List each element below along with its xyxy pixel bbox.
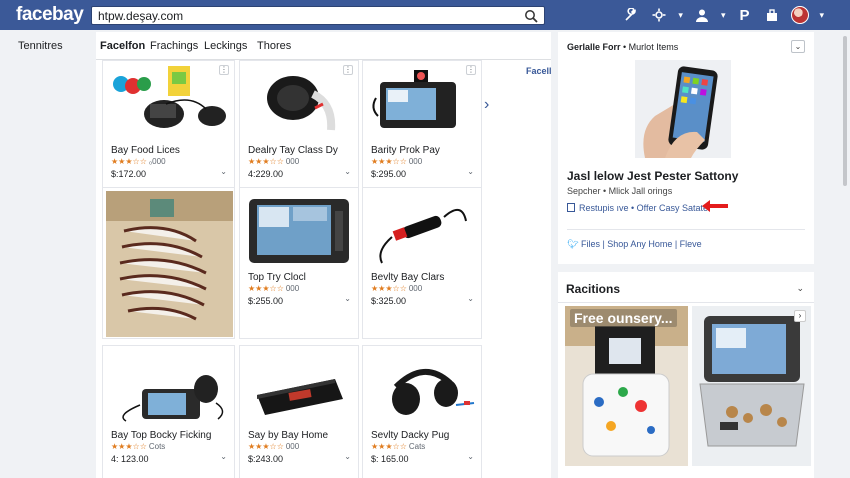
product-image[interactable]: [366, 349, 480, 423]
chevron-down-icon[interactable]: ⌄: [220, 167, 227, 176]
ad-cta-link[interactable]: Restupis ıve • Offer Casy Satate: [567, 203, 708, 213]
pinterest-icon[interactable]: P: [735, 6, 753, 24]
chevron-down-icon[interactable]: ▾: [819, 10, 824, 21]
more-options-icon[interactable]: ⋮: [219, 65, 229, 75]
product-title[interactable]: Sevlty Dacky Pug: [371, 430, 449, 441]
avatar[interactable]: [791, 6, 810, 24]
divider: [567, 229, 805, 230]
product-price: $:172.00: [111, 169, 147, 179]
chevron-down-icon[interactable]: ▾: [721, 10, 726, 21]
product-title[interactable]: Say by Bay Home: [248, 430, 328, 441]
reactions-panel: Racitions ⌄ Free ounsery... ›: [558, 272, 814, 478]
rating-stars: ★★★☆☆ 000: [248, 284, 300, 293]
scrollbar-thumb[interactable]: [843, 36, 847, 186]
reaction-image[interactable]: [692, 306, 811, 466]
tab-frachings[interactable]: Frachings: [150, 40, 198, 52]
product-price: $:325.00: [371, 296, 407, 306]
chevron-down-icon[interactable]: ⌄: [344, 167, 351, 176]
chevron-right-icon[interactable]: ›: [484, 96, 489, 114]
rating-stars: ★★★☆☆ Cots: [111, 442, 166, 451]
tab-leckings[interactable]: Leckings: [204, 40, 247, 52]
rating-stars: ★★★☆☆ Cats: [371, 442, 426, 451]
product-card[interactable]: Top Try Clocl ★★★☆☆ 000 $:255.00 ⌄: [239, 187, 359, 339]
tab-bar: Facelfon Frachings Leckings Thores: [96, 32, 551, 60]
product-card[interactable]: [102, 187, 235, 339]
search-icon[interactable]: [524, 9, 538, 23]
twitter-icon: 🐦︎: [567, 239, 579, 249]
top-bar: facebay htpw.deşay.com ▾ ▾ P ▾: [0, 0, 850, 30]
ad-image[interactable]: [635, 60, 731, 158]
product-card[interactable]: Sevlty Dacky Pug ★★★☆☆ Cats $: 165.00 ⌄: [362, 345, 482, 478]
chevron-down-icon[interactable]: ⌄: [467, 167, 474, 176]
product-price: $: 165.00: [371, 454, 409, 464]
chevron-down-icon[interactable]: ⌄: [467, 452, 474, 461]
sponsored-ad: Gerlalle Forr • Murlot Items ⌄ Jasl lelo…: [558, 32, 814, 264]
ad-header: Gerlalle Forr • Murlot Items: [567, 42, 679, 52]
arrow-left-icon: [702, 200, 728, 212]
ad-title[interactable]: Jasl lelow Jest Pester Sattony: [567, 169, 738, 183]
rating-stars: ★★★☆☆ 000: [371, 157, 423, 166]
chevron-down-icon[interactable]: ⌄: [796, 283, 804, 294]
product-price: 4: 123.00: [111, 454, 149, 464]
product-price: 4:229.00: [248, 169, 284, 179]
product-image[interactable]: [106, 191, 233, 337]
toolbar-icons: ▾ ▾ P ▾: [622, 6, 824, 24]
url-text[interactable]: htpw.deşay.com: [98, 9, 183, 23]
rating-stars: ★★★☆☆ 000: [248, 157, 300, 166]
more-options-icon[interactable]: ⋮: [343, 65, 353, 75]
product-title[interactable]: Bay Top Bocky Ficking: [111, 430, 211, 441]
product-image[interactable]: [243, 64, 357, 138]
settings-icon[interactable]: [650, 6, 668, 24]
product-image[interactable]: [243, 349, 357, 423]
product-feed: Facelfon Frachings Leckings Thores Facel…: [96, 32, 552, 478]
user-icon[interactable]: [693, 6, 711, 24]
product-title[interactable]: Dealry Tay Class Dy: [248, 145, 338, 156]
product-title[interactable]: Barity Prok Pay: [371, 145, 440, 156]
shop-icon[interactable]: [763, 6, 781, 24]
rating-stars: ★★★☆☆ ₀000: [111, 157, 166, 166]
reaction-overlay-text: Free ounsery...: [570, 309, 677, 327]
corner-link[interactable]: Facell: [526, 66, 552, 76]
chevron-right-icon[interactable]: ›: [794, 310, 806, 322]
product-image[interactable]: [106, 349, 233, 423]
chevron-down-icon[interactable]: ⌄: [467, 294, 474, 303]
page-scrollbar[interactable]: [840, 30, 850, 478]
product-title[interactable]: Bevlty Bay Clars: [371, 272, 444, 283]
chevron-down-icon[interactable]: ⌄: [344, 452, 351, 461]
tab-thores[interactable]: Thores: [257, 40, 291, 52]
chevron-down-icon[interactable]: ▾: [678, 10, 683, 21]
reaction-image[interactable]: [565, 306, 688, 466]
product-price: $:255.00: [248, 296, 284, 306]
product-card[interactable]: Bevlty Bay Clars ★★★☆☆ 000 $:325.00 ⌄: [362, 187, 482, 339]
more-options-icon[interactable]: ⋮: [466, 65, 476, 75]
ad-links-row[interactable]: 🐦︎ Files | Shop Any Home | Fleve: [567, 239, 702, 250]
product-image[interactable]: [366, 64, 480, 138]
product-card[interactable]: Say by Bay Home ★★★☆☆ 000 $:243.00 ⌄: [239, 345, 359, 478]
product-image[interactable]: [366, 191, 480, 271]
panel-title: Racitions: [566, 282, 621, 296]
chevron-down-icon[interactable]: ⌄: [220, 452, 227, 461]
document-icon: [567, 203, 575, 212]
tab-facelfon[interactable]: Facelfon: [100, 40, 145, 52]
product-card[interactable]: Bay Top Bocky Ficking ★★★☆☆ Cots 4: 123.0…: [102, 345, 235, 478]
logo[interactable]: facebay: [16, 4, 84, 26]
rating-stars: ★★★☆☆ 000: [371, 284, 423, 293]
product-title[interactable]: Top Try Clocl: [248, 272, 306, 283]
left-nav-item[interactable]: Tennitres: [18, 40, 63, 52]
ad-subtitle: Sepcher • Mlick Jall orings: [567, 186, 673, 196]
product-image[interactable]: [243, 191, 357, 271]
rating-stars: ★★★☆☆ 000: [248, 442, 300, 451]
chevron-down-icon[interactable]: ⌄: [344, 294, 351, 303]
product-price: $:243.00: [248, 454, 284, 464]
divider: [558, 302, 814, 303]
product-image[interactable]: [106, 64, 233, 138]
product-title[interactable]: Bay Food Lices: [111, 145, 180, 156]
product-price: $:295.00: [371, 169, 407, 179]
wrench-icon[interactable]: [622, 6, 640, 24]
chevron-down-icon[interactable]: ⌄: [791, 40, 805, 53]
address-bar[interactable]: htpw.deşay.com: [91, 6, 545, 25]
